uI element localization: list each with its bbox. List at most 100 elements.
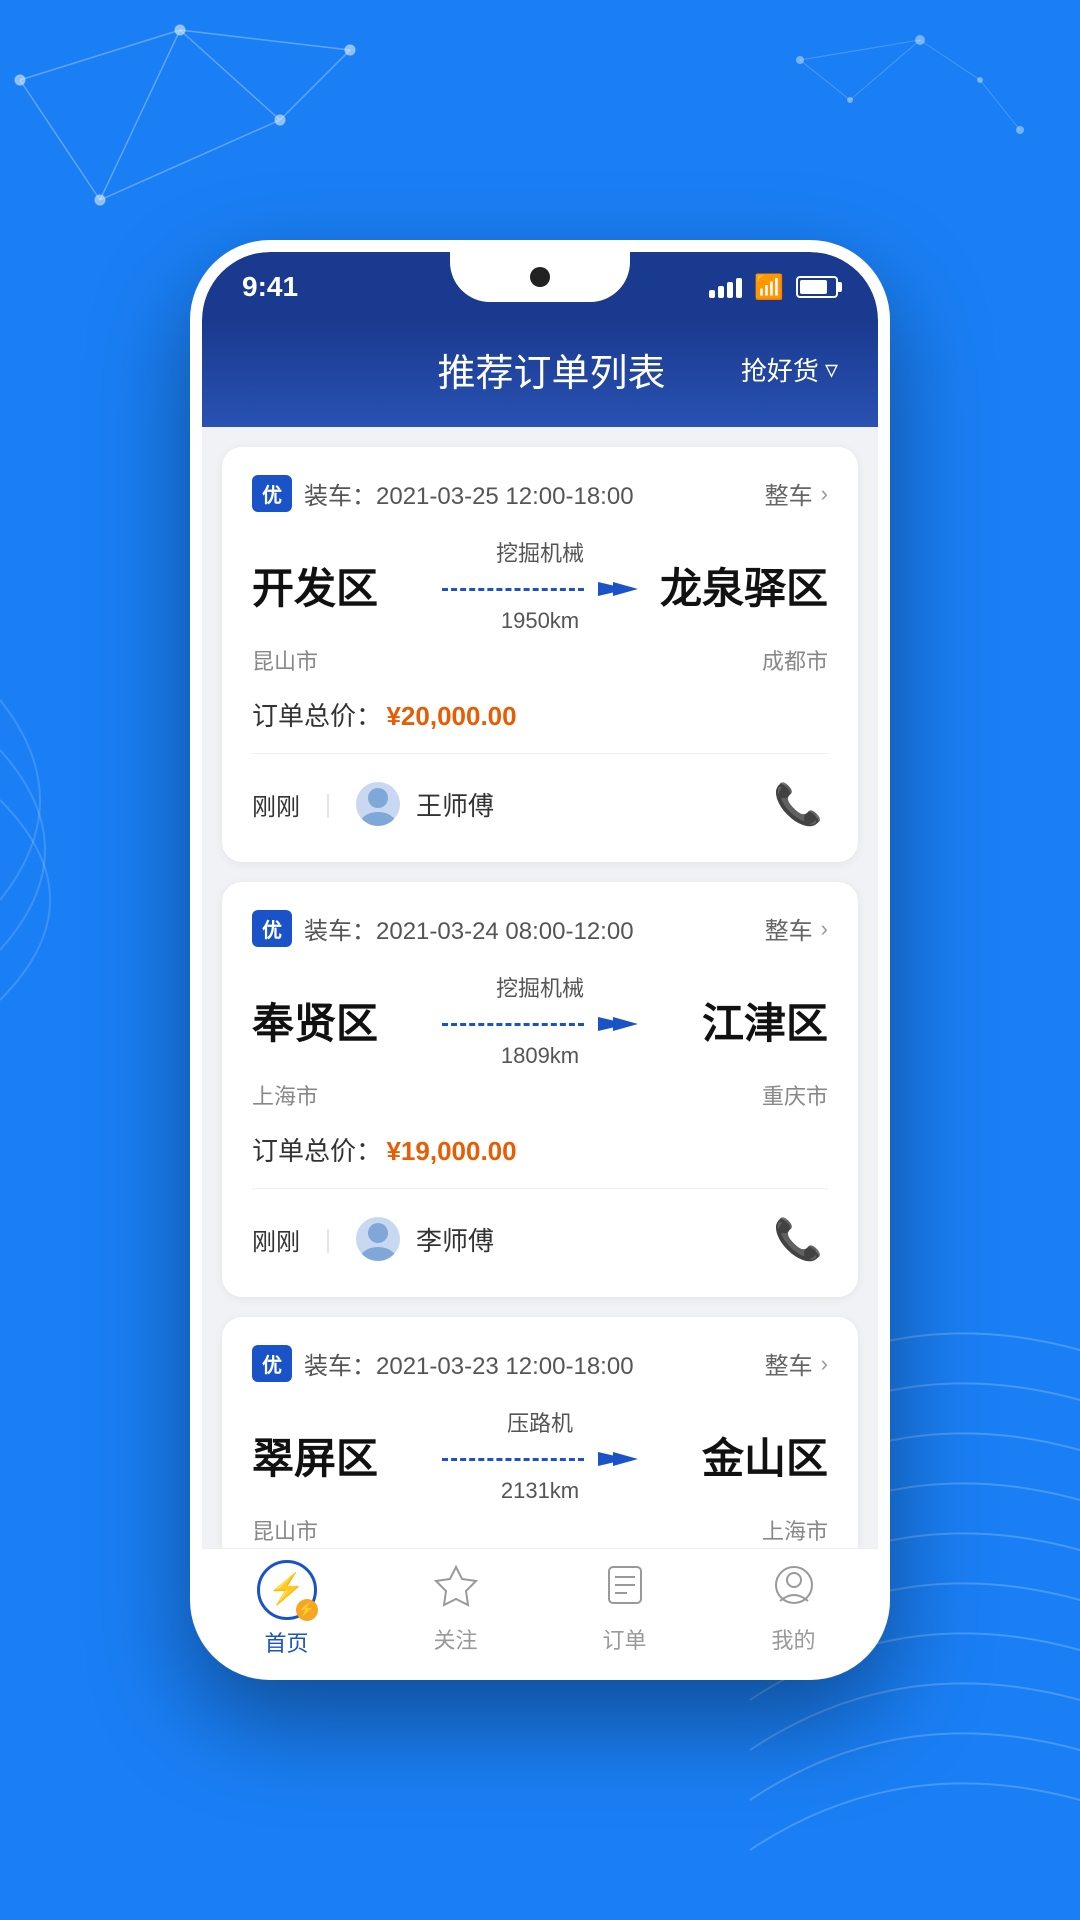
route-arrow-icon [588, 1444, 638, 1474]
filter-icon: ▿ [825, 354, 838, 385]
from-city: 奉贤区 [252, 990, 432, 1051]
cargo-name: 挖掘机械 [496, 971, 584, 1003]
card-type: 整车 › [765, 476, 828, 511]
price-row: 订单总价： ¥20,000.00 [252, 696, 828, 733]
avatar-icon [356, 1217, 400, 1261]
separator: ｜ [316, 787, 340, 822]
status-time: 9:41 [242, 271, 298, 303]
chevron-right-icon: › [821, 916, 828, 942]
divider [252, 753, 828, 754]
card-header: 优 装车：2021-03-25 12:00-18:00 整车 › [252, 475, 828, 512]
wifi-icon: 📶 [754, 273, 784, 302]
load-time: 装车：2021-03-23 12:00-18:00 [304, 1346, 634, 1381]
distance-label: 2131km [501, 1478, 579, 1504]
card-type: 整车 › [765, 1346, 828, 1381]
driver-avatar [356, 1217, 400, 1261]
cargo-name: 挖掘机械 [496, 536, 584, 568]
status-bar: 9:41 📶 [202, 252, 878, 322]
nav-label-home: 首页 [264, 1626, 308, 1658]
cargo-name: 压路机 [507, 1406, 573, 1438]
driver-name: 李师傅 [416, 1221, 494, 1258]
time-ago: 刚刚 [252, 1222, 300, 1257]
card-header-left: 优 装车：2021-03-25 12:00-18:00 [252, 475, 634, 512]
card-type: 整车 › [765, 911, 828, 946]
priority-badge: 优 [252, 1345, 292, 1382]
from-sub-city: 昆山市 [252, 1514, 432, 1546]
sub-cities: 昆山市 成都市 [252, 644, 828, 676]
driver-name: 王师傅 [416, 786, 494, 823]
order-card[interactable]: 优 装车：2021-03-24 08:00-12:00 整车 › 奉贤区 挖掘机… [222, 882, 858, 1297]
to-sub-city: 成都市 [648, 644, 828, 676]
price-label: 订单总价： [252, 1136, 382, 1166]
card-header-left: 优 装车：2021-03-24 08:00-12:00 [252, 910, 634, 947]
route-arrow-icon [588, 1009, 638, 1039]
grab-goods-button[interactable]: 抢好货 ▿ [741, 351, 838, 388]
driver-info: 刚刚 ｜ 李师傅 [252, 1217, 494, 1261]
to-sub-city: 上海市 [648, 1514, 828, 1546]
cargo-type-label: 整车 [765, 911, 813, 946]
nav-item-home[interactable]: ⚡ ⚡ 首页 [202, 1560, 371, 1658]
chevron-right-icon: › [821, 1351, 828, 1377]
signal-icon [709, 276, 742, 298]
from-city: 开发区 [252, 555, 432, 616]
cargo-type-label: 整车 [765, 476, 813, 511]
distance-label: 1809km [501, 1043, 579, 1069]
nav-label-mine: 我的 [771, 1623, 815, 1655]
time-ago: 刚刚 [252, 787, 300, 822]
nav-item-orders[interactable]: 订单 [540, 1563, 709, 1655]
card-header-left: 优 装车：2021-03-23 12:00-18:00 [252, 1345, 634, 1382]
call-button[interactable]: 📞 [768, 1209, 828, 1269]
camera [530, 267, 550, 287]
route-line [442, 1009, 638, 1039]
call-button[interactable]: 📞 [768, 774, 828, 834]
card-header: 优 装车：2021-03-24 08:00-12:00 整车 › [252, 910, 828, 947]
separator: ｜ [316, 1222, 340, 1257]
nav-item-follow[interactable]: 关注 [371, 1563, 540, 1655]
route-row: 奉贤区 挖掘机械 1809km 江津区 [252, 971, 828, 1069]
driver-avatar [356, 782, 400, 826]
notch [450, 252, 630, 302]
order-card[interactable]: 优 装车：2021-03-25 12:00-18:00 整车 › 开发区 挖掘机… [222, 447, 858, 862]
to-city: 金山区 [648, 1425, 828, 1486]
nav-label-follow: 关注 [433, 1623, 477, 1655]
phone-icon: 📞 [773, 1216, 823, 1263]
page-title: 推荐订单列表 [362, 342, 741, 397]
status-icons: 📶 [709, 273, 838, 302]
sub-cities: 昆山市 上海市 [252, 1514, 828, 1546]
load-time: 装车：2021-03-24 08:00-12:00 [304, 911, 634, 946]
price-value: ¥20,000.00 [386, 701, 516, 731]
bottom-nav: ⚡ ⚡ 首页 关注 [202, 1548, 878, 1668]
route-row: 翠屏区 压路机 2131km 金山区 [252, 1406, 828, 1504]
route-arrow-icon [588, 574, 638, 604]
order-list: 优 装车：2021-03-25 12:00-18:00 整车 › 开发区 挖掘机… [202, 427, 878, 1548]
to-city: 龙泉驿区 [648, 555, 828, 616]
from-sub-city: 上海市 [252, 1079, 432, 1111]
order-card[interactable]: 优 装车：2021-03-23 12:00-18:00 整车 › 翠屏区 压路机 [222, 1317, 858, 1548]
battery-icon [796, 276, 838, 298]
card-header: 优 装车：2021-03-23 12:00-18:00 整车 › [252, 1345, 828, 1382]
orders-icon [603, 1563, 647, 1617]
priority-badge: 优 [252, 475, 292, 512]
to-city: 江津区 [648, 990, 828, 1051]
sub-cities: 上海市 重庆市 [252, 1079, 828, 1111]
priority-badge: 优 [252, 910, 292, 947]
header: 推荐订单列表 抢好货 ▿ [202, 322, 878, 427]
grab-goods-label: 抢好货 [741, 351, 819, 388]
phone-inner: 9:41 📶 推荐订单列表 抢好货 [202, 252, 878, 1668]
load-time: 装车：2021-03-25 12:00-18:00 [304, 476, 634, 511]
route-line [442, 1444, 638, 1474]
price-value: ¥19,000.00 [386, 1136, 516, 1166]
price-label: 订单总价： [252, 701, 382, 731]
to-sub-city: 重庆市 [648, 1079, 828, 1111]
nav-item-mine[interactable]: 我的 [709, 1563, 878, 1655]
avatar-icon [356, 782, 400, 826]
route-line [442, 574, 638, 604]
distance-label: 1950km [501, 608, 579, 634]
home-icon: ⚡ ⚡ [257, 1560, 317, 1620]
nav-label-orders: 订单 [602, 1623, 646, 1655]
driver-row: 刚刚 ｜ 王师傅 📞 [252, 774, 828, 834]
route-middle: 挖掘机械 1950km [432, 536, 648, 634]
driver-info: 刚刚 ｜ 王师傅 [252, 782, 494, 826]
divider [252, 1188, 828, 1189]
mine-icon [772, 1563, 816, 1617]
